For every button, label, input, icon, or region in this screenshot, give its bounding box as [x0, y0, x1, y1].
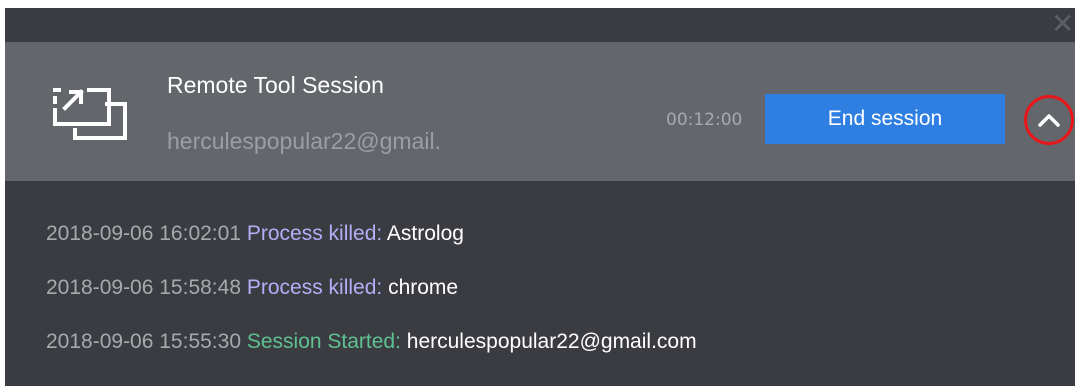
- log-row: 2018-09-06 15:58:48 Process killed: chro…: [46, 276, 697, 330]
- log-detail: Astrolog: [386, 222, 464, 245]
- session-panel: ✕ Remote Tool Session herculespopular22@…: [5, 8, 1075, 386]
- log-event: Session Started:: [246, 330, 401, 353]
- log-row: 2018-09-06 15:55:30 Session Started: her…: [46, 330, 697, 384]
- log-detail: herculespopular22@gmail.com: [406, 330, 697, 353]
- session-header: Remote Tool Session herculespopular22@gm…: [5, 42, 1075, 181]
- remote-session-icon: [49, 78, 129, 150]
- collapse-toggle[interactable]: [1021, 92, 1075, 146]
- log-row: 2018-09-06 16:02:01 Process killed: Astr…: [46, 222, 697, 276]
- close-icon[interactable]: ✕: [1051, 10, 1074, 38]
- log-timestamp: 2018-09-06 16:02:01: [46, 222, 241, 245]
- activity-log: 2018-09-06 16:02:01 Process killed: Astr…: [46, 222, 697, 384]
- log-timestamp: 2018-09-06 15:55:30: [46, 330, 241, 353]
- log-detail: chrome: [388, 276, 459, 299]
- session-title: Remote Tool Session: [167, 72, 384, 98]
- chevron-up-icon: [1038, 114, 1060, 127]
- log-timestamp: 2018-09-06 15:58:48: [46, 276, 241, 299]
- collapse-button[interactable]: [1024, 95, 1074, 145]
- session-email: herculespopular22@gmail.: [167, 128, 441, 154]
- log-event: Process killed:: [246, 276, 383, 299]
- session-timer: 00:12:00: [666, 110, 743, 130]
- end-session-button[interactable]: End session: [765, 94, 1005, 144]
- title-bar: ✕: [5, 8, 1075, 44]
- log-event: Process killed:: [246, 222, 383, 245]
